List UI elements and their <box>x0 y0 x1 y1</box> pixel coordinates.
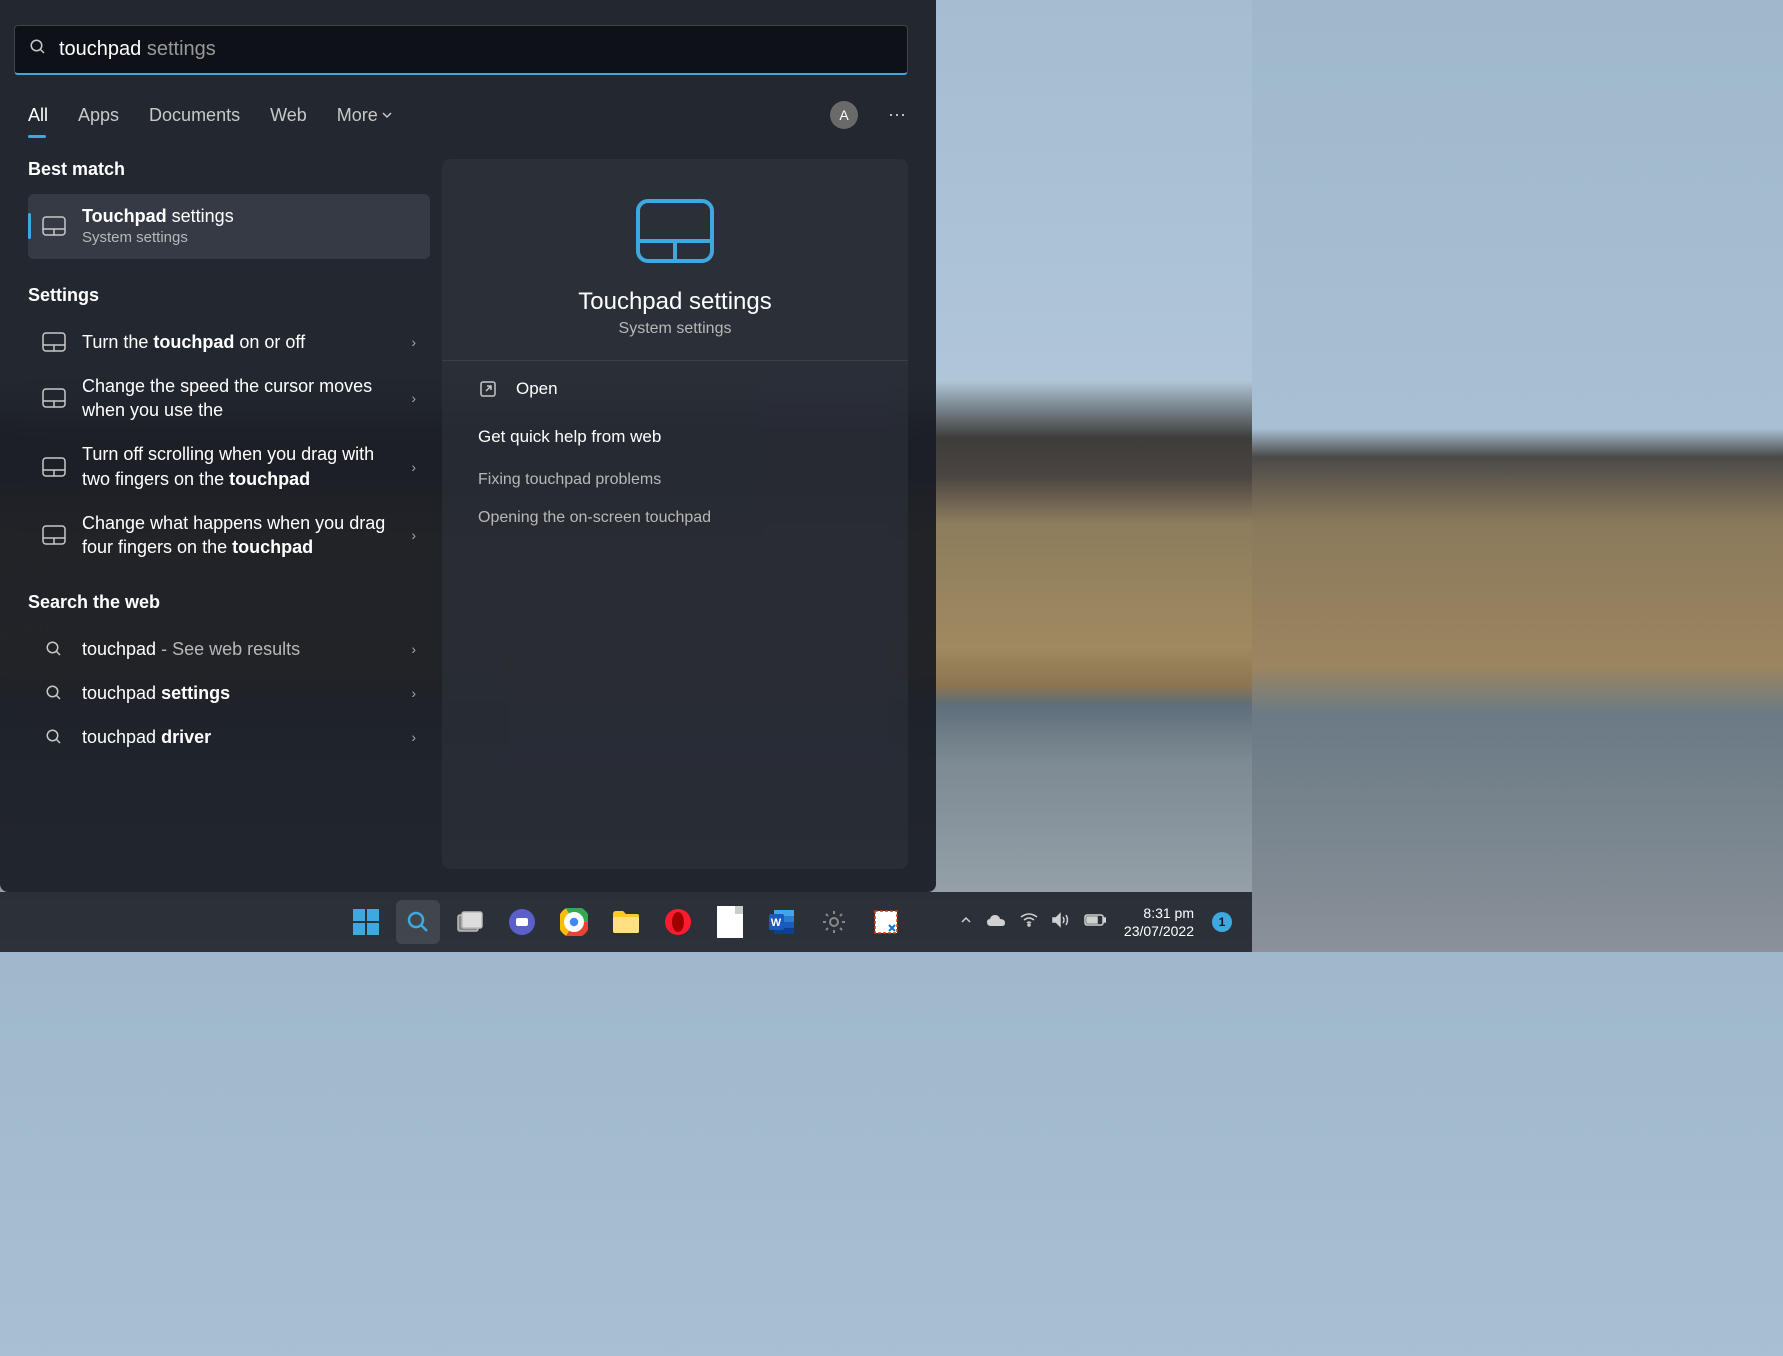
file-explorer-icon[interactable] <box>604 900 648 944</box>
open-action[interactable]: Open <box>442 361 908 417</box>
chevron-right-icon: › <box>411 729 416 745</box>
touchpad-icon <box>42 214 66 238</box>
search-input[interactable]: touchpad settings <box>14 25 908 75</box>
chevron-down-icon <box>382 110 392 120</box>
result-web-item[interactable]: touchpad settings › <box>28 671 430 715</box>
chevron-right-icon: › <box>411 390 416 406</box>
tab-documents[interactable]: Documents <box>149 105 240 126</box>
svg-text:W: W <box>771 917 782 929</box>
result-web-item[interactable]: touchpad driver › <box>28 715 430 759</box>
open-icon <box>478 379 498 399</box>
word-icon[interactable]: W <box>760 900 804 944</box>
app-icon[interactable] <box>708 900 752 944</box>
search-taskbar-button[interactable] <box>396 900 440 944</box>
chat-button[interactable] <box>500 900 544 944</box>
onedrive-icon[interactable] <box>986 913 1006 932</box>
chevron-right-icon: › <box>411 334 416 350</box>
search-icon <box>42 681 66 705</box>
chevron-right-icon: › <box>411 641 416 657</box>
results-column: Best match Touchpad settings System sett… <box>28 159 430 869</box>
touchpad-large-icon <box>636 199 714 268</box>
help-link[interactable]: Opening the on-screen touchpad <box>442 499 908 537</box>
more-options-button[interactable]: ⋯ <box>888 105 908 126</box>
search-tabs: All Apps Documents Web More A ⋯ <box>0 75 936 135</box>
touchpad-icon <box>42 455 66 479</box>
preview-title: Touchpad settings <box>578 288 771 316</box>
notification-badge[interactable]: 1 <box>1212 912 1232 932</box>
preview-pane: Touchpad settings System settings Open G… <box>442 159 908 869</box>
settings-icon[interactable] <box>812 900 856 944</box>
result-setting-item[interactable]: Change what happens when you drag four f… <box>28 501 430 570</box>
tray-chevron-icon[interactable] <box>960 913 972 931</box>
result-setting-item[interactable]: Turn the touchpad on or off › <box>28 320 430 364</box>
start-button[interactable] <box>344 900 388 944</box>
result-touchpad-settings[interactable]: Touchpad settings System settings <box>28 194 430 259</box>
section-settings: Settings <box>28 285 430 306</box>
chevron-right-icon: › <box>411 459 416 475</box>
tab-more[interactable]: More <box>337 105 392 126</box>
opera-icon[interactable] <box>656 900 700 944</box>
tab-apps[interactable]: Apps <box>78 105 119 126</box>
tab-web[interactable]: Web <box>270 105 307 126</box>
volume-icon[interactable] <box>1052 912 1070 933</box>
tab-all[interactable]: All <box>28 105 48 126</box>
result-setting-item[interactable]: Turn off scrolling when you drag with tw… <box>28 432 430 501</box>
result-setting-item[interactable]: Change the speed the cursor moves when y… <box>28 364 430 433</box>
search-icon <box>42 725 66 749</box>
search-panel: touchpad settings All Apps Documents Web… <box>0 0 936 892</box>
taskbar: W 8:31 pm 23/07/2022 1 <box>0 892 1252 952</box>
chevron-right-icon: › <box>411 527 416 543</box>
chrome-icon[interactable] <box>552 900 596 944</box>
chevron-right-icon: › <box>411 685 416 701</box>
touchpad-icon <box>42 523 66 547</box>
touchpad-icon <box>42 386 66 410</box>
snipping-tool-icon[interactable] <box>864 900 908 944</box>
search-icon <box>42 637 66 661</box>
user-avatar[interactable]: A <box>830 101 858 129</box>
result-web-item[interactable]: touchpad - See web results › <box>28 627 430 671</box>
taskbar-clock[interactable]: 8:31 pm 23/07/2022 <box>1124 904 1194 940</box>
search-text: touchpad settings <box>59 38 216 61</box>
task-view-button[interactable] <box>448 900 492 944</box>
help-link[interactable]: Fixing touchpad problems <box>442 461 908 499</box>
battery-icon[interactable] <box>1084 913 1106 931</box>
preview-subtitle: System settings <box>619 320 732 338</box>
help-header: Get quick help from web <box>442 417 908 461</box>
wifi-icon[interactable] <box>1020 913 1038 932</box>
touchpad-icon <box>42 330 66 354</box>
section-search-web: Search the web <box>28 592 430 613</box>
search-icon <box>29 38 47 61</box>
section-best-match: Best match <box>28 159 430 180</box>
